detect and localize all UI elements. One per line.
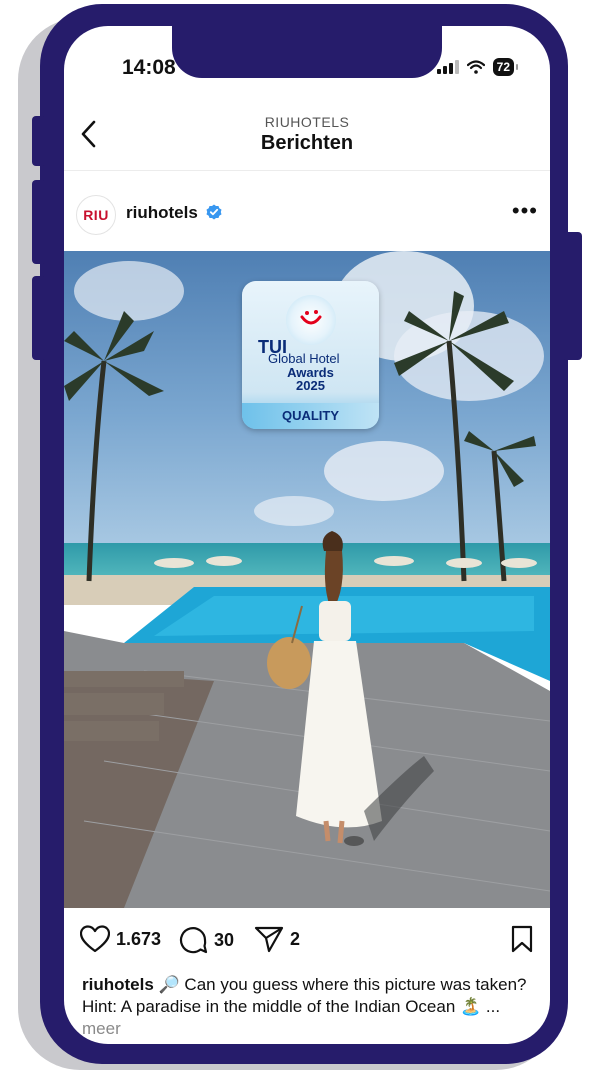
status-time: 14:08 [122, 56, 176, 79]
header-account-name: RIUHOTELS [264, 114, 350, 130]
side-button-volume-down [32, 276, 46, 360]
award-badge: TUI Global Hotel Awards 2025 QUALITY [242, 281, 379, 429]
tui-smile-logo-icon [286, 295, 336, 345]
save-button[interactable] [510, 925, 534, 953]
like-button[interactable]: 1.673 [80, 925, 161, 953]
caption-ellipsis: ... [485, 997, 501, 1016]
screen: 14:08 72 RIUHOTELS Berichten RIU riuhote… [64, 26, 550, 1044]
post-image[interactable]: TUI Global Hotel Awards 2025 QUALITY [64, 251, 550, 908]
send-paper-plane-icon [254, 926, 284, 953]
status-icons: 72 [436, 58, 519, 76]
post-username[interactable]: riuhotels [126, 203, 198, 223]
like-count: 1.673 [116, 928, 162, 949]
nav-header: RIUHOTELS Berichten [64, 108, 550, 171]
post-caption: riuhotels 🔎 Can you guess where this pic… [82, 974, 532, 1040]
cellular-signal-icon [436, 60, 459, 74]
page-title: Berichten [260, 132, 354, 154]
post-actions-bar: 1.673 30 2 [64, 919, 550, 963]
battery-indicator: 72 [492, 58, 519, 76]
heart-icon [80, 925, 110, 953]
badge-line-1: Global Hotel [268, 351, 340, 366]
side-button-mute [32, 116, 46, 166]
side-button-volume-up [32, 180, 46, 264]
caption-username[interactable]: riuhotels [82, 975, 154, 994]
caption-more-link[interactable]: meer [82, 1019, 121, 1038]
share-button[interactable]: 2 [254, 925, 300, 953]
badge-ribbon: QUALITY [242, 403, 379, 429]
more-options-icon[interactable]: ••• [512, 198, 538, 224]
smile-icon [300, 310, 322, 325]
verified-badge-icon [206, 204, 222, 220]
badge-line-3: 2025 [296, 378, 325, 393]
comment-button[interactable]: 30 [178, 925, 234, 955]
comment-count: 30 [214, 929, 235, 950]
wifi-icon [466, 60, 485, 74]
notch [172, 26, 442, 78]
comment-bubble-icon [179, 927, 208, 954]
avatar[interactable]: RIU [76, 195, 116, 235]
side-button-power [562, 232, 582, 360]
bookmark-icon [511, 925, 533, 953]
share-count: 2 [290, 928, 301, 949]
post-header: RIU riuhotels ••• [64, 192, 550, 238]
